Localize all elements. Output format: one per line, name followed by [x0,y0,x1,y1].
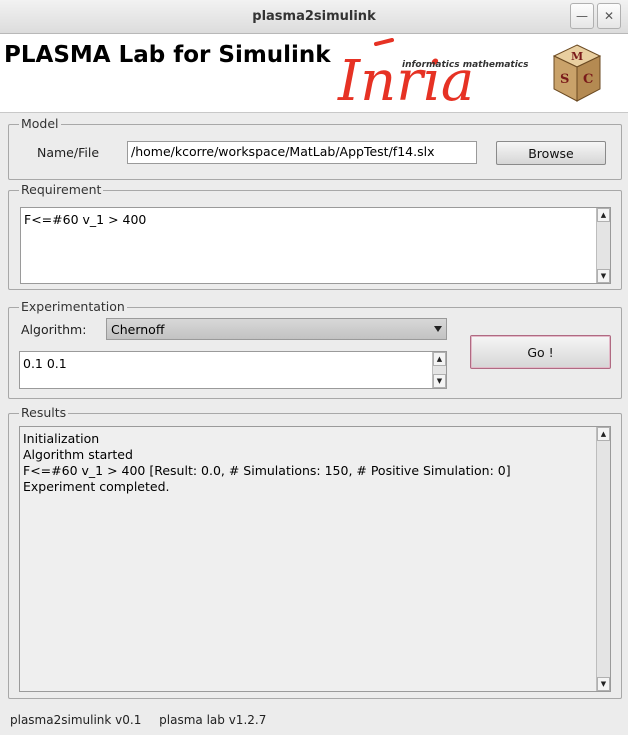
results-line: Initialization [23,431,100,446]
results-line: F<=#60 v_1 > 400 [Result: 0.0, # Simulat… [23,463,511,478]
requirement-scrollbar[interactable]: ▲ ▼ [596,208,610,283]
inria-tagline: informatics mathematics [402,60,529,70]
minimize-button[interactable]: — [570,3,594,29]
requirement-panel: Requirement F<=#60 v_1 > 400 ▲ ▼ [8,182,622,290]
arrow-down-icon[interactable]: ▼ [597,677,610,691]
close-button[interactable]: ✕ [597,3,621,29]
model-panel: Model Name/File /home/kcorre/workspace/M… [8,116,622,180]
algorithm-select[interactable]: Chernoff [106,318,447,340]
close-icon: ✕ [603,9,615,23]
cube-letter-right: C [583,72,593,87]
results-panel: Results Initialization Algorithm started… [8,405,622,699]
cube-letter-top: M [571,50,583,63]
window-title: plasma2simulink [252,9,376,24]
results-log[interactable]: Initialization Algorithm started F<=#60 … [19,426,611,692]
window-titlebar[interactable]: plasma2simulink — ✕ [0,0,628,34]
experimentation-legend: Experimentation [19,299,127,314]
experimentation-panel: Experimentation Algorithm: Chernoff 0.1 … [8,299,622,399]
arrow-up-icon[interactable]: ▲ [433,352,446,366]
inria-logo-word: Inria [337,49,474,108]
cube-letter-left: S [560,72,569,87]
arrow-down-icon[interactable]: ▼ [597,269,610,283]
plugin-version: plasma2simulink v0.1 [10,713,142,727]
results-scrollbar[interactable]: ▲ ▼ [596,427,610,691]
chevron-down-icon [434,326,442,332]
results-legend: Results [19,405,69,420]
browse-button[interactable]: Browse [496,141,606,165]
requirement-legend: Requirement [19,182,104,197]
name-file-label: Name/File [37,145,100,160]
requirement-textarea[interactable]: F<=#60 v_1 > 400 ▲ ▼ [20,207,611,284]
parameters-text: 0.1 0.1 [23,356,67,371]
app-title: PLASMA Lab for Simulink [4,42,331,68]
go-button[interactable]: Go ! [470,335,611,369]
algorithm-selected: Chernoff [111,322,165,337]
arrow-up-icon[interactable]: ▲ [597,427,610,441]
arrow-up-icon[interactable]: ▲ [597,208,610,222]
parameters-textarea[interactable]: 0.1 0.1 ▲ ▼ [19,351,447,389]
lab-version: plasma lab v1.2.7 [159,713,267,727]
mc-cube-logo: M S C [552,44,602,102]
parameters-scrollbar[interactable]: ▲ ▼ [432,352,446,388]
inria-logo: Inria [337,38,474,108]
algorithm-label: Algorithm: [21,322,87,337]
header-banner: PLASMA Lab for Simulink Inria informatic… [0,34,628,113]
results-line: Algorithm started [23,447,133,462]
status-bar: plasma2simulink v0.1 plasma lab v1.2.7 [10,713,280,727]
model-legend: Model [19,116,61,131]
requirement-text: F<=#60 v_1 > 400 [24,212,147,227]
arrow-down-icon[interactable]: ▼ [433,374,446,388]
minimize-icon: — [576,9,588,23]
results-line: Experiment completed. [23,479,170,494]
model-file-input[interactable]: /home/kcorre/workspace/MatLab/AppTest/f1… [127,141,477,164]
